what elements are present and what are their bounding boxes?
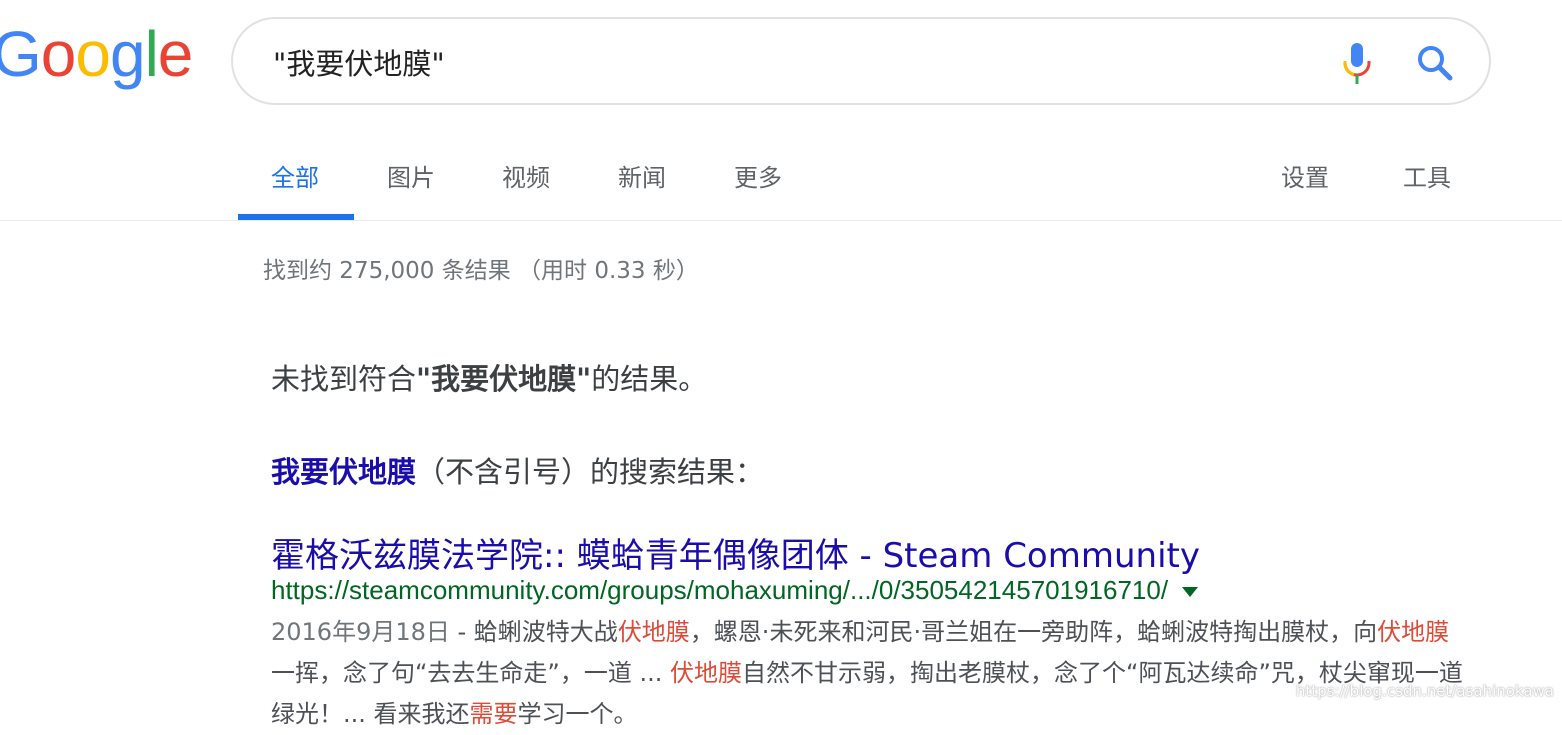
result-title[interactable]: 霍格沃兹膜法学院:: 蟆蛤青年偶像团体 - Steam Community <box>271 528 1200 577</box>
snippet-highlight: 伏地膜 <box>1377 618 1450 646</box>
without-quotes-notice: 我要伏地膜（不含引号）的搜索结果： <box>271 449 764 491</box>
snippet-text: - 蛤蜊波特大战 <box>449 618 618 646</box>
snippet-highlight: 需要 <box>469 700 518 728</box>
without-quotes-text: （不含引号）的搜索结果： <box>416 455 765 489</box>
result-stats: 找到约 275,000 条结果 （用时 0.33 秒） <box>263 258 699 284</box>
logo-letter: G <box>0 18 42 90</box>
tab-images[interactable]: 图片 <box>387 158 435 193</box>
snippet-text: ，螺恩·未死来和河民·哥兰姐在一旁助阵，蛤蜊波特掏出膜杖，向 <box>689 618 1378 646</box>
snippet-highlight: 伏地膜 <box>617 618 690 646</box>
logo-letter: o <box>40 18 77 90</box>
no-results-suffix: 的结果。 <box>591 362 708 396</box>
tab-videos[interactable]: 视频 <box>502 158 550 193</box>
google-logo[interactable]: Google <box>0 18 194 90</box>
watermark: https://blog.csdn.net/asahinokawa <box>1295 682 1554 700</box>
logo-letter: e <box>157 18 194 90</box>
settings-link[interactable]: 设置 <box>1281 158 1329 193</box>
tab-news[interactable]: 新闻 <box>618 158 666 193</box>
result-url: https://steamcommunity.com/groups/mohaxu… <box>271 575 1199 606</box>
result-url-text: https://steamcommunity.com/groups/mohaxu… <box>271 575 1169 605</box>
header-divider <box>0 220 1562 221</box>
tab-more[interactable]: 更多 <box>734 158 782 193</box>
search-box <box>231 17 1491 105</box>
no-results-query: "我要伏地膜" <box>416 362 592 396</box>
search-input[interactable] <box>271 41 1295 83</box>
snippet-text: 一挥，念了句“去去生命走”，一道 ... <box>271 659 671 687</box>
logo-letter: l <box>144 18 159 90</box>
snippet-highlight: 伏地膜 <box>670 659 743 687</box>
result-date: 2016年9月18日 <box>271 618 450 646</box>
snippet-text: 学习一个。 <box>517 700 638 728</box>
logo-letter: g <box>109 18 146 90</box>
without-quotes-link[interactable]: 我要伏地膜 <box>271 455 416 489</box>
no-results-message: 未找到符合"我要伏地膜"的结果。 <box>271 356 707 398</box>
tab-all[interactable]: 全部 <box>271 158 319 193</box>
dropdown-caret-icon[interactable] <box>1182 587 1199 598</box>
microphone-icon[interactable] <box>1341 41 1373 85</box>
logo-letter: o <box>75 18 111 90</box>
result-snippet: 2016年9月18日 - 蛤蜊波特大战伏地膜，螺恩·未死来和河民·哥兰姐在一旁助… <box>271 612 1471 735</box>
tools-link[interactable]: 工具 <box>1403 158 1451 193</box>
search-icon[interactable] <box>1415 43 1455 83</box>
no-results-prefix: 未找到符合 <box>271 362 417 396</box>
